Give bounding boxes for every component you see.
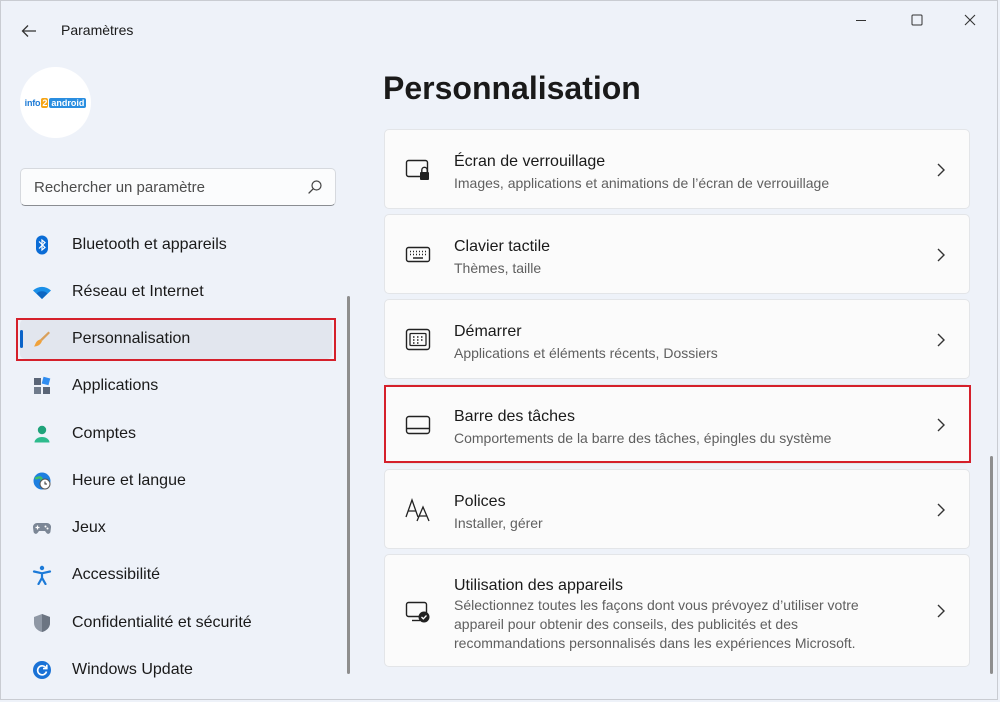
- sidebar-item-label: Comptes: [72, 425, 137, 442]
- device-usage-icon: [405, 601, 430, 623]
- gamepad-icon: [32, 522, 52, 534]
- card-lock-screen[interactable]: Écran de verrouillage Images, applicatio…: [384, 129, 970, 209]
- sidebar-item-privacy[interactable]: Confidentialité et sécurité: [20, 603, 332, 643]
- start-menu-icon: [405, 328, 431, 351]
- card-subtitle: Applications et éléments récents, Dossie…: [454, 345, 718, 361]
- close-button[interactable]: [947, 8, 993, 32]
- sidebar-item-label: Heure et langue: [72, 472, 186, 489]
- lock-screen-icon: [405, 159, 429, 180]
- chevron-right-icon: [937, 604, 945, 618]
- sidebar-item-label: Accessibilité: [72, 566, 161, 583]
- card-touch-keyboard[interactable]: Clavier tactile Thèmes, taille: [384, 214, 970, 294]
- sidebar-item-gaming[interactable]: Jeux: [20, 508, 332, 548]
- refresh-icon: [33, 661, 51, 679]
- sidebar-item-label: Jeux: [72, 519, 106, 536]
- minimize-icon: [856, 20, 866, 21]
- card-subtitle-line-3: recommandations personnalisés dans les e…: [454, 635, 856, 651]
- sidebar-item-label: Bluetooth et appareils: [72, 236, 227, 253]
- logo-part-android: android: [49, 97, 87, 108]
- wifi-icon: [33, 286, 51, 299]
- sidebar-item-label: Windows Update: [72, 661, 193, 678]
- logo-part-info: info: [24, 97, 41, 108]
- card-start[interactable]: Démarrer Applications et éléments récent…: [384, 299, 970, 379]
- card-subtitle-line-2: appareil pour obtenir des conseils, des …: [454, 616, 798, 632]
- search-input[interactable]: Rechercher un paramètre: [20, 168, 336, 206]
- chevron-right-icon: [937, 333, 945, 347]
- avatar[interactable]: info 2 android: [20, 67, 91, 138]
- card-subtitle-line-1: Sélectionnez toutes les façons dont vous…: [454, 597, 859, 613]
- apps-icon: [34, 376, 51, 394]
- sidebar-highlight-box: [16, 318, 336, 361]
- maximize-button[interactable]: [894, 8, 940, 32]
- sidebar-item-bluetooth[interactable]: Bluetooth et appareils: [20, 225, 332, 265]
- chevron-right-icon: [937, 503, 945, 517]
- chevron-right-icon: [937, 248, 945, 262]
- sidebar-item-accessibility[interactable]: Accessibilité: [20, 555, 332, 595]
- sidebar-item-accounts[interactable]: Comptes: [20, 414, 332, 454]
- arrow-left-icon: [21, 25, 36, 37]
- sidebar-item-windows-update[interactable]: Windows Update: [20, 650, 332, 690]
- bluetooth-icon: [36, 235, 48, 255]
- maximize-icon: [911, 14, 923, 26]
- sidebar-item-label: Réseau et Internet: [72, 283, 204, 300]
- page-title: Personnalisation: [383, 70, 641, 106]
- sidebar-item-label: Confidentialité et sécurité: [72, 614, 252, 631]
- card-subtitle: Thèmes, taille: [454, 260, 542, 276]
- minimize-button[interactable]: [838, 8, 884, 32]
- search-placeholder: Rechercher un paramètre: [34, 179, 205, 196]
- chevron-right-icon: [937, 163, 945, 177]
- sidebar-item-network[interactable]: Réseau et Internet: [20, 272, 332, 312]
- sidebar-scrollbar[interactable]: [347, 296, 350, 674]
- accessibility-icon: [32, 565, 52, 585]
- back-button[interactable]: [14, 16, 44, 46]
- logo: info 2 android: [25, 96, 87, 109]
- card-fonts[interactable]: Polices Installer, gérer: [384, 469, 970, 549]
- app-title: Paramètres: [61, 22, 134, 38]
- fonts-icon: [405, 498, 430, 522]
- keyboard-icon: [405, 246, 431, 263]
- logo-part-2: 2: [41, 97, 49, 108]
- card-title: Écran de verrouillage: [454, 153, 606, 170]
- sidebar-item-label: Applications: [72, 377, 159, 394]
- person-icon: [34, 425, 50, 443]
- card-title: Utilisation des appareils: [454, 577, 623, 594]
- close-icon: [964, 14, 976, 26]
- card-device-usage[interactable]: Utilisation des appareils Sélectionnez t…: [384, 554, 970, 667]
- taskbar-highlight-box: [384, 385, 971, 463]
- search-icon[interactable]: [307, 179, 323, 195]
- card-subtitle: Images, applications et animations de l’…: [454, 175, 830, 191]
- shield-icon: [34, 614, 50, 632]
- card-title: Clavier tactile: [454, 238, 551, 255]
- main-scrollbar[interactable]: [990, 456, 993, 674]
- sidebar-item-time-language[interactable]: Heure et langue: [20, 461, 332, 501]
- card-subtitle: Installer, gérer: [454, 515, 543, 531]
- sidebar-item-apps[interactable]: Applications: [20, 366, 332, 406]
- globe-clock-icon: [33, 472, 51, 490]
- card-title: Démarrer: [454, 323, 522, 340]
- card-title: Polices: [454, 493, 506, 510]
